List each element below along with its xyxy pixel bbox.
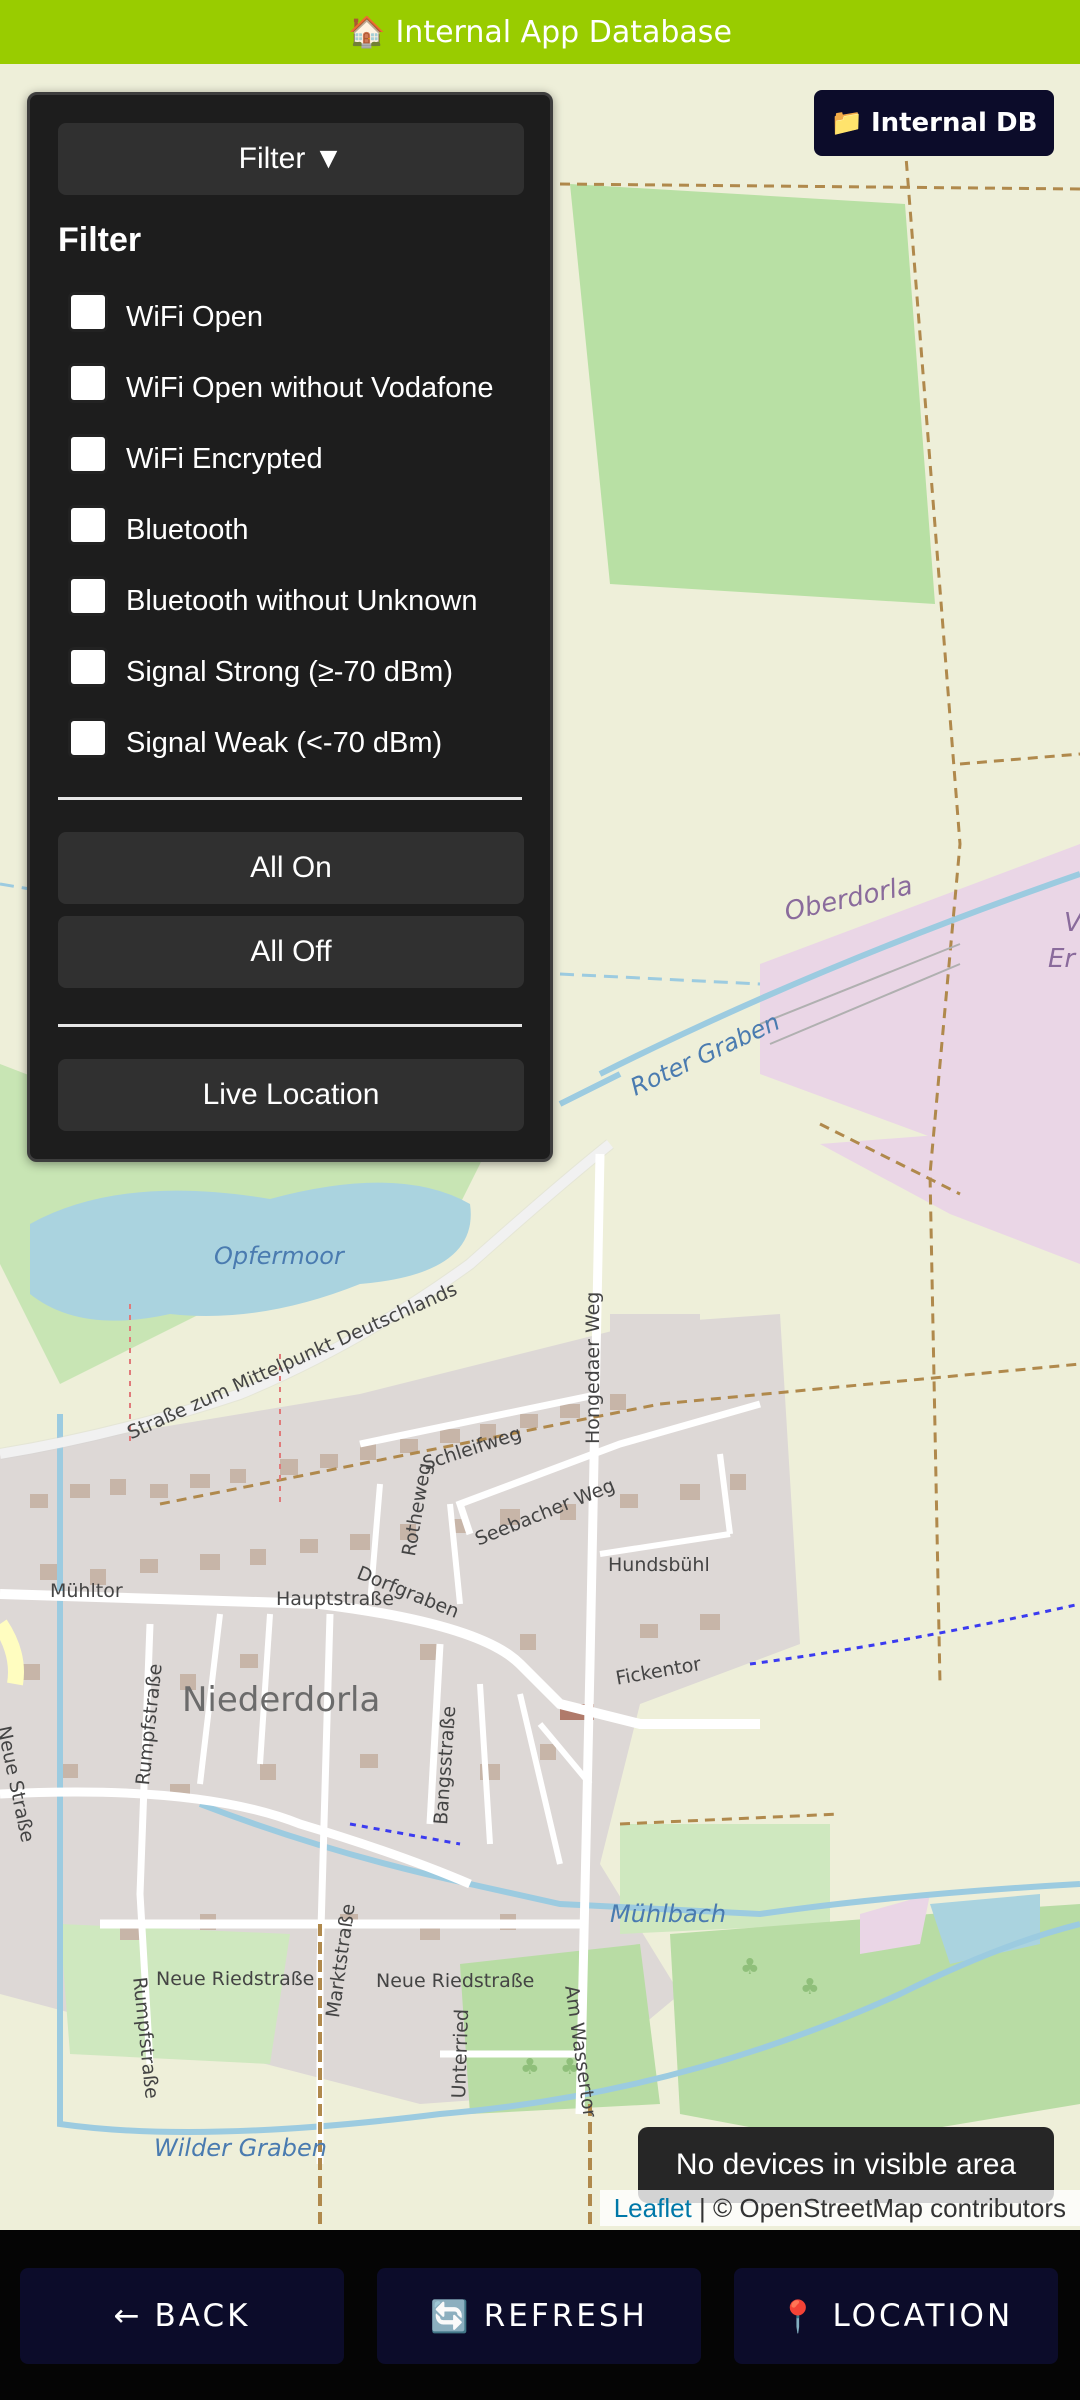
checkbox[interactable] [68,291,108,332]
home-icon: 🏠 [348,14,386,50]
map-label-hundsbuehl: Hundsbühl [608,1554,710,1576]
all-on-button[interactable]: All On [58,832,524,904]
map-label-niederdorla: Niederdorla [182,1680,381,1720]
refresh-button[interactable]: 🔄 REFRESH [377,2268,701,2364]
filter-option-wifi-open[interactable]: WiFi Open [58,282,522,353]
filter-option-label: WiFi Open [126,301,263,333]
filter-option-bluetooth-no-unknown[interactable]: Bluetooth without Unknown [58,566,522,637]
back-label: BACK [154,2298,251,2334]
back-button[interactable]: ← BACK [20,2268,344,2364]
location-button[interactable]: 📍 LOCATION [734,2268,1058,2364]
internal-db-label: Internal DB [870,108,1038,138]
filter-option-signal-weak[interactable]: Signal Weak (<-70 dBm) [58,708,522,779]
checkbox[interactable] [68,433,108,474]
pin-icon: 📍 [778,2298,821,2335]
map-attribution: Leaflet | © OpenStreetMap contributors [599,2190,1080,2226]
leaflet-link[interactable]: Leaflet [614,2193,692,2224]
app-screen: 🏠 Internal App Database ♣ ♣ ♣ ♣ Niederdo… [0,0,1080,2400]
map-label-neue-riedstrasse-2: Neue Riedstraße [376,1970,535,1992]
map-label-edge-v: V [1064,908,1080,938]
svg-text:♣: ♣ [800,1975,820,2000]
map-label-opfermoor: Opfermoor [214,1242,344,1270]
map-label-edge-er: Er [1048,944,1076,974]
checkbox[interactable] [68,575,108,616]
filter-option-wifi-encrypted[interactable]: WiFi Encrypted [58,424,522,495]
svg-text:♣: ♣ [520,2055,540,2080]
filter-option-label: Bluetooth without Unknown [126,585,478,617]
live-location-button[interactable]: Live Location [58,1059,524,1131]
filter-option-signal-strong[interactable]: Signal Strong (≥-70 dBm) [58,637,522,708]
map-label-muehltor: Mühltor [50,1580,123,1602]
map-label-unterried: Unterried [448,2008,474,2099]
filter-option-wifi-open-no-vodafone[interactable]: WiFi Open without Vodafone [58,353,522,424]
filter-option-label: Bluetooth [126,514,249,546]
filter-option-label: Signal Weak (<-70 dBm) [126,727,443,759]
refresh-label: REFRESH [483,2298,648,2334]
osm-attribution[interactable]: © OpenStreetMap contributors [713,2193,1066,2224]
refresh-icon: 🔄 [430,2298,472,2335]
filter-option-bluetooth[interactable]: Bluetooth [58,495,522,566]
checkbox[interactable] [68,717,108,758]
internal-db-button[interactable]: 📁 Internal DB [814,90,1054,156]
attribution-separator: | [691,2192,713,2223]
all-off-button[interactable]: All Off [58,916,524,988]
divider [58,1024,522,1027]
map-label-neue-riedstrasse-1: Neue Riedstraße [156,1968,315,1990]
app-header: 🏠 Internal App Database [0,0,1080,64]
filter-option-label: Signal Strong (≥-70 dBm) [126,656,454,688]
filter-option-label: WiFi Encrypted [126,443,323,475]
filter-option-label: WiFi Open without Vodafone [126,372,494,404]
arrow-left-icon: ← [113,2298,143,2334]
filter-panel: Filter ▼ Filter WiFi Open WiFi Open with… [27,92,553,1162]
svg-text:♣: ♣ [740,1955,760,1980]
checkbox[interactable] [68,362,108,403]
map-label-hongedaer-weg: Hongedaer Weg [582,1291,604,1444]
divider [58,797,522,800]
checkbox[interactable] [68,504,108,545]
filter-toggle-button[interactable]: Filter ▼ [58,123,524,195]
app-title: Internal App Database [395,14,732,50]
map-label-wilder-graben: Wilder Graben [154,2134,327,2162]
checkbox[interactable] [68,646,108,687]
map-label-muehlbach: Mühlbach [610,1900,727,1928]
bottom-nav: ← BACK 🔄 REFRESH 📍 LOCATION [0,2230,1080,2400]
filter-title: Filter [58,221,142,259]
folder-icon: 📁 [830,108,863,138]
location-label: LOCATION [832,2298,1014,2334]
